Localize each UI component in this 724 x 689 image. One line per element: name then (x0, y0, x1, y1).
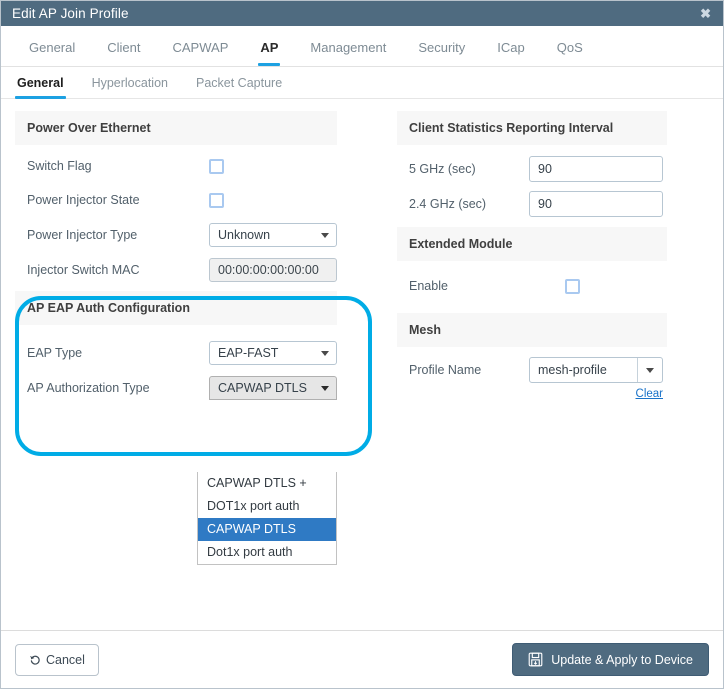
row-24ghz-interval: 2.4 GHz (sec) 90 (397, 186, 667, 221)
row-extended-module-enable: Enable (397, 269, 667, 303)
ap-authorization-type-select[interactable]: CAPWAP DTLS (209, 375, 337, 400)
section-power-over-ethernet-header: Power Over Ethernet (15, 111, 337, 145)
subtab-packet-capture[interactable]: Packet Capture (182, 76, 296, 98)
update-button-label: Update & Apply to Device (551, 652, 693, 667)
power-injector-state-checkbox[interactable] (209, 192, 224, 208)
subtab-hyperlocation[interactable]: Hyperlocation (78, 76, 182, 98)
main-tabbar: General Client CAPWAP AP Management Secu… (1, 26, 723, 67)
tab-label: QoS (556, 40, 583, 55)
tab-management[interactable]: Management (294, 40, 402, 66)
chevron-down-icon (321, 385, 329, 391)
extended-module-enable-label: Enable (409, 279, 448, 293)
edit-ap-join-profile-dialog: Edit AP Join Profile ✖ General Client CA… (0, 0, 724, 689)
tab-label: Client (107, 40, 141, 55)
right-column: Client Statistics Reporting Interval 5 G… (397, 111, 667, 400)
24ghz-interval-label: 2.4 GHz (sec) (409, 196, 487, 211)
eap-type-label: EAP Type (27, 345, 83, 360)
subtab-label: Packet Capture (196, 76, 283, 90)
section-client-statistics-header: Client Statistics Reporting Interval (397, 111, 667, 145)
tab-icap[interactable]: ICap (481, 40, 540, 66)
tab-label: Management (310, 40, 387, 55)
injector-switch-mac-value: 00:00:00:00:00:00 (218, 262, 319, 277)
dropdown-option[interactable]: DOT1x port auth (198, 495, 336, 518)
tab-label: Security (418, 40, 466, 55)
save-disk-icon (528, 652, 543, 667)
tab-label: AP (260, 40, 279, 55)
update-apply-to-device-button[interactable]: Update & Apply to Device (512, 643, 709, 676)
close-icon[interactable]: ✖ (697, 5, 714, 22)
power-injector-state-label: Power Injector State (27, 193, 140, 207)
chevron-down-icon (321, 350, 329, 356)
section-ap-eap-auth-header: AP EAP Auth Configuration (15, 291, 337, 325)
extended-module-enable-checkbox[interactable] (565, 278, 580, 294)
power-injector-type-select[interactable]: Unknown (209, 222, 337, 247)
mesh-profile-dropdown-button[interactable] (637, 358, 662, 382)
mesh-profile-name-label: Profile Name (409, 363, 482, 377)
eap-type-select[interactable]: EAP-FAST (209, 340, 337, 365)
5ghz-interval-input[interactable]: 90 (529, 155, 663, 182)
dropdown-option-selected[interactable]: CAPWAP DTLS (198, 518, 336, 541)
left-column: Power Over Ethernet Switch Flag Power In… (15, 111, 337, 405)
eap-type-value: EAP-FAST (218, 345, 279, 360)
mesh-profile-name-value: mesh-profile (538, 363, 607, 377)
section-extended-module-header: Extended Module (397, 227, 667, 261)
ap-authorization-type-value: CAPWAP DTLS (218, 380, 307, 395)
row-5ghz-interval: 5 GHz (sec) 90 (397, 151, 667, 186)
dialog-titlebar: Edit AP Join Profile ✖ (1, 1, 723, 26)
dropdown-option[interactable]: Dot1x port auth (198, 541, 336, 564)
dialog-title: Edit AP Join Profile (12, 6, 129, 21)
row-switch-flag: Switch Flag (15, 149, 337, 183)
cancel-button-label: Cancel (46, 652, 85, 667)
mesh-clear-link[interactable]: Clear (636, 388, 663, 400)
row-power-injector-state: Power Injector State (15, 183, 337, 217)
cancel-button[interactable]: Cancel (15, 643, 99, 676)
5ghz-interval-value: 90 (538, 161, 552, 176)
5ghz-interval-label: 5 GHz (sec) (409, 161, 476, 176)
dropdown-option[interactable]: CAPWAP DTLS + (198, 472, 336, 495)
tab-general[interactable]: General (13, 40, 91, 66)
subtab-label: General (17, 76, 64, 90)
switch-flag-label: Switch Flag (27, 159, 92, 173)
row-injector-switch-mac: Injector Switch MAC 00:00:00:00:00:00 (15, 252, 337, 287)
ap-authorization-type-dropdown-list[interactable]: CAPWAP DTLS + DOT1x port auth CAPWAP DTL… (197, 472, 337, 565)
power-injector-type-label: Power Injector Type (27, 227, 138, 242)
switch-flag-checkbox[interactable] (209, 158, 224, 174)
tab-security[interactable]: Security (402, 40, 481, 66)
row-eap-type: EAP Type EAP-FAST (15, 335, 337, 370)
undo-arrow-icon (29, 654, 41, 666)
injector-switch-mac-field: 00:00:00:00:00:00 (209, 257, 337, 282)
dialog-footer: Cancel Update & Apply to Device (1, 630, 723, 688)
row-power-injector-type: Power Injector Type Unknown (15, 217, 337, 252)
24ghz-interval-value: 90 (538, 196, 552, 211)
chevron-down-icon (646, 367, 654, 373)
chevron-down-icon (321, 232, 329, 238)
24ghz-interval-input[interactable]: 90 (529, 190, 663, 217)
tab-label: ICap (497, 40, 525, 55)
tab-capwap[interactable]: CAPWAP (157, 40, 245, 66)
subtab-general[interactable]: General (13, 76, 78, 99)
row-mesh-profile-name: Profile Name mesh-profile Clear (397, 357, 667, 400)
mesh-profile-name-select[interactable]: mesh-profile (529, 357, 663, 383)
injector-switch-mac-label: Injector Switch MAC (27, 262, 140, 277)
subtab-label: Hyperlocation (91, 76, 168, 90)
tab-qos[interactable]: QoS (541, 40, 599, 66)
ap-authorization-type-label: AP Authorization Type (27, 380, 150, 395)
dialog-body: Power Over Ethernet Switch Flag Power In… (1, 99, 723, 651)
tab-label: CAPWAP (172, 40, 229, 55)
tab-client[interactable]: Client (91, 40, 156, 66)
row-ap-authorization-type: AP Authorization Type CAPWAP DTLS (15, 370, 337, 405)
section-mesh-header: Mesh (397, 313, 667, 347)
sub-tabbar: General Hyperlocation Packet Capture (1, 67, 723, 99)
tab-ap[interactable]: AP (244, 40, 294, 66)
tab-label: General (29, 40, 76, 55)
power-injector-type-value: Unknown (218, 227, 271, 242)
